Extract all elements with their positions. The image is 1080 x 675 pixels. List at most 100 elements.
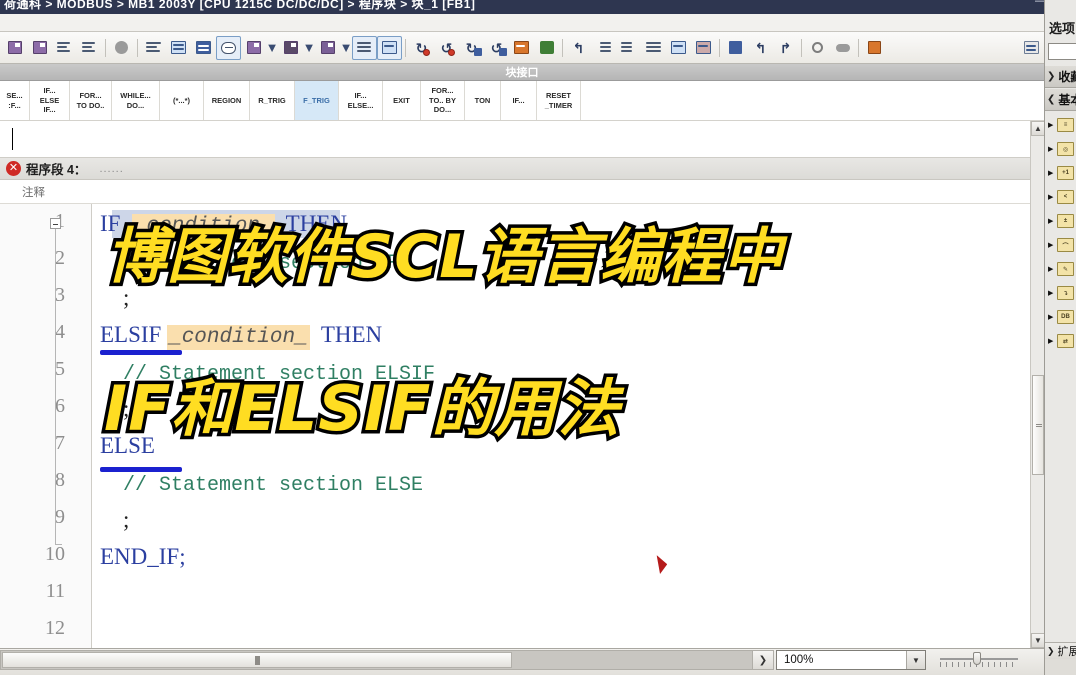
outdent-icon[interactable]	[616, 36, 641, 60]
expand-triangle-icon[interactable]: ▶	[1048, 193, 1055, 201]
upload-to-device-icon[interactable]	[52, 36, 77, 60]
network-header[interactable]: ✕ 程序段 4： ......	[0, 158, 1030, 180]
indent-right-icon[interactable]	[591, 36, 616, 60]
insert-network-icon[interactable]	[2, 36, 27, 60]
line-number: 12	[45, 617, 65, 639]
code-line[interactable]: // Statement section ELSE	[100, 471, 423, 496]
instruction-button-6[interactable]: R_TRIG	[250, 81, 295, 120]
instruction-button-8[interactable]: IF... ELSE...	[339, 81, 383, 120]
instruction-button-1[interactable]: IF... ELSE IF...	[30, 81, 70, 120]
properties-icon[interactable]	[1019, 36, 1044, 60]
instructions-search-input[interactable]	[1048, 43, 1078, 60]
instruction-button-0[interactable]: SE... :F...	[0, 81, 30, 120]
expand-triangle-icon[interactable]: ▶	[1048, 313, 1055, 321]
bookmark-set-icon[interactable]	[723, 36, 748, 60]
task-card-section-0[interactable]: ❯收藏夹	[1045, 66, 1080, 88]
chevron-right-icon: ❯	[1047, 71, 1056, 82]
search-replace-icon[interactable]	[830, 36, 855, 60]
instruction-button-9[interactable]: EXIT	[383, 81, 421, 120]
absolute-symbolic-icon[interactable]	[191, 36, 216, 60]
bookmark-clear-icon[interactable]	[691, 36, 716, 60]
instruction-button-4[interactable]: (*...*)	[160, 81, 204, 120]
rewire-dropdown-icon[interactable]: ▼	[340, 36, 353, 60]
bookmark-prev-icon[interactable]: ↰	[748, 36, 773, 60]
instruction-button-2[interactable]: FOR... TO DO..	[70, 81, 112, 120]
instruction-tree-item[interactable]: ▶ ≡	[1045, 115, 1080, 135]
instruction-button-7[interactable]: F_TRIG	[295, 81, 339, 120]
hscroll-right-button[interactable]: ❯	[752, 650, 774, 670]
expand-triangle-icon[interactable]: ▶	[1048, 265, 1055, 273]
bookmark-next-icon[interactable]: ↱	[773, 36, 798, 60]
editor-horizontal-scrollbar[interactable]	[0, 650, 760, 670]
absolute-operands-icon[interactable]	[141, 36, 166, 60]
instruction-button-11[interactable]: TON	[465, 81, 501, 120]
zoom-level-combobox[interactable]: 100% ▼	[776, 650, 926, 670]
sym-operand-glyph	[171, 41, 186, 54]
download-to-device-icon[interactable]	[77, 36, 102, 60]
expand-triangle-icon[interactable]: ▶	[1048, 337, 1055, 345]
cross-reference-icon[interactable]	[509, 36, 534, 60]
previous-error-icon[interactable]: ↺	[434, 36, 459, 60]
comment-icon[interactable]	[216, 35, 241, 60]
indent-left-icon[interactable]: ↰	[566, 36, 591, 60]
scroll-down-button[interactable]: ▼	[1031, 633, 1045, 648]
instruction-tree-item[interactable]: ▶ ◎	[1045, 139, 1080, 159]
instruction-button-13[interactable]: RESET _TIMER	[537, 81, 581, 120]
symbolic-operands-icon[interactable]	[166, 36, 191, 60]
code-line[interactable]: ELSIF _condition_ THEN	[100, 323, 382, 350]
fold-toggle-icon[interactable]	[50, 218, 61, 229]
vertical-scroll-thumb[interactable]	[1032, 375, 1044, 475]
expand-triangle-icon[interactable]: ▶	[1048, 145, 1055, 153]
zoom-slider[interactable]	[936, 650, 1022, 670]
expand-triangle-icon[interactable]: ▶	[1048, 217, 1055, 225]
next-error-icon[interactable]: ↻	[459, 36, 484, 60]
instruction-tree-item[interactable]: ▶ ⇄	[1045, 331, 1080, 351]
task-card-section-1[interactable]: ❮基本指令	[1045, 89, 1080, 111]
instruction-tree-item[interactable]: ▶ ⌒	[1045, 235, 1080, 255]
chevron-down-icon[interactable]: ▼	[906, 651, 925, 669]
network-comment-row[interactable]: 注释	[0, 180, 1030, 204]
update-inconsistent-icon[interactable]	[377, 35, 402, 60]
goto-error-icon[interactable]: ↻	[409, 36, 434, 60]
instruction-tree-item[interactable]: ▶ ↴	[1045, 283, 1080, 303]
bookmark-icon[interactable]	[666, 36, 691, 60]
instruction-button-5[interactable]: REGION	[204, 81, 250, 120]
instruction-button-12[interactable]: IF...	[501, 81, 537, 120]
instruction-tree-item[interactable]: ▶ ✎	[1045, 259, 1080, 279]
goto-definition-icon[interactable]: ↺	[484, 36, 509, 60]
monitor-icon[interactable]	[109, 36, 134, 60]
properties-glyph	[1024, 41, 1039, 54]
renumber-icon[interactable]	[352, 35, 377, 60]
editor-blank-line[interactable]	[0, 121, 1030, 158]
insert-block-dropdown-icon[interactable]: ▼	[266, 36, 279, 60]
instruction-button-10[interactable]: FOR... TO.. BY DO...	[421, 81, 465, 120]
instruction-tree-item[interactable]: ▶ ±	[1045, 211, 1080, 231]
expand-triangle-icon[interactable]: ▶	[1048, 289, 1055, 297]
expand-triangle-icon[interactable]: ▶	[1048, 121, 1055, 129]
zoom-slider-knob[interactable]	[973, 652, 981, 665]
block-interface-bar[interactable]: 块接口	[0, 64, 1044, 81]
code-line[interactable]: ;	[100, 508, 129, 531]
scroll-up-button[interactable]: ▲	[1031, 121, 1045, 136]
network-block-icon[interactable]	[278, 36, 303, 60]
comment-out-icon[interactable]	[641, 36, 666, 60]
database-icon[interactable]	[862, 36, 887, 60]
instruction-tree-item[interactable]: ▶ <	[1045, 187, 1080, 207]
block-interface-label: 块接口	[505, 67, 539, 79]
horizontal-scroll-thumb[interactable]	[2, 652, 512, 668]
instruction-button-3[interactable]: WHILE... DO...	[112, 81, 160, 120]
network-block-dropdown-icon[interactable]: ▼	[303, 36, 316, 60]
rewire-icon[interactable]	[315, 36, 340, 60]
expand-triangle-icon[interactable]: ▶	[1048, 241, 1055, 249]
delete-network-icon[interactable]	[27, 36, 52, 60]
task-card-title: 选项	[1049, 20, 1076, 36]
instruction-tree-item[interactable]: ▶ +1	[1045, 163, 1080, 183]
consistency-check-icon[interactable]	[534, 36, 559, 60]
search-icon[interactable]	[805, 36, 830, 60]
task-card-bottom-section[interactable]: ❯ 扩展	[1045, 642, 1080, 659]
editor-vertical-scrollbar[interactable]: ▲ ▼	[1030, 121, 1045, 648]
expand-triangle-icon[interactable]: ▶	[1048, 169, 1055, 177]
instruction-tree-item[interactable]: ▶ DB	[1045, 307, 1080, 327]
insert-block-icon[interactable]	[241, 36, 266, 60]
code-line[interactable]: END_IF;	[100, 545, 186, 568]
